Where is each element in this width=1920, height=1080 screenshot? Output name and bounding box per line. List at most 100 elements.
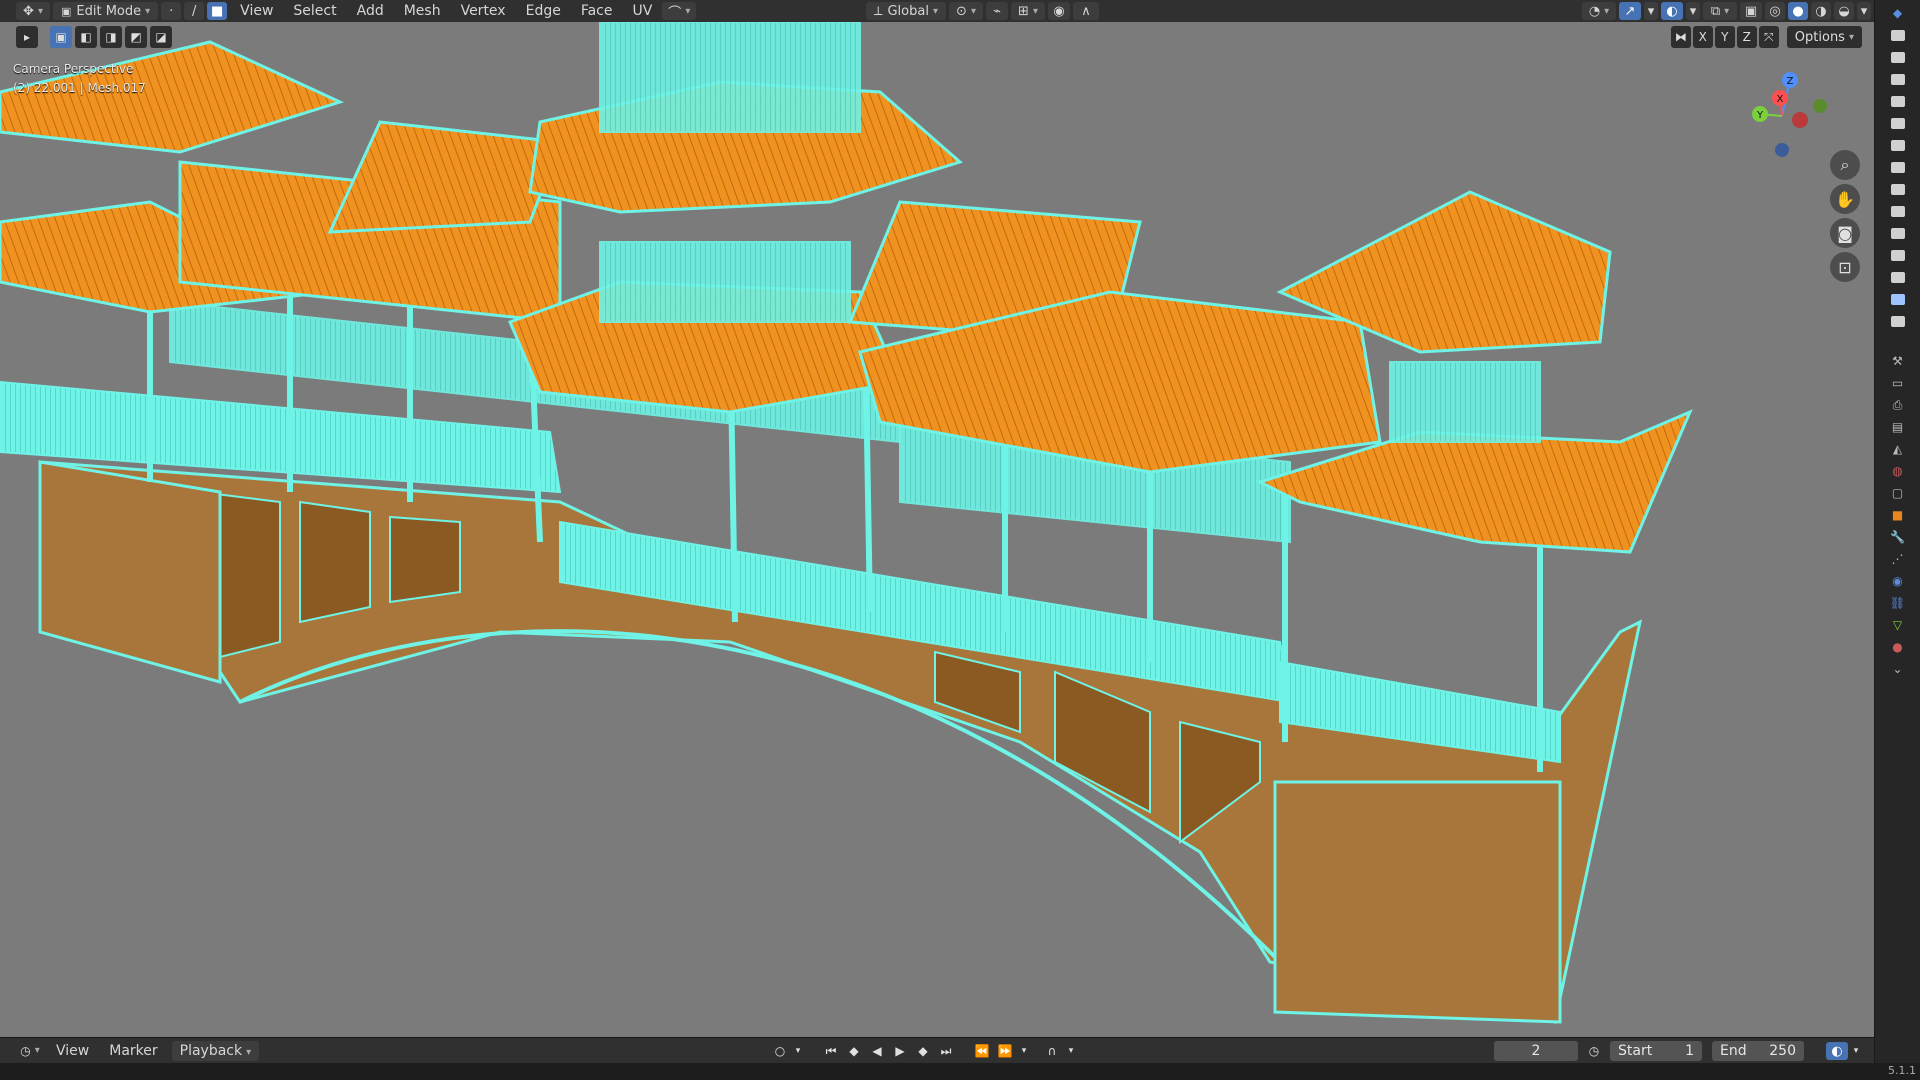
end-frame-field[interactable]: End 250 — [1712, 1041, 1804, 1061]
particles-properties-icon[interactable]: ⋰ — [1889, 550, 1907, 568]
scene-properties-icon[interactable]: ◭ — [1889, 440, 1907, 458]
options-dropdown[interactable]: Options ▾ — [1786, 26, 1862, 48]
select-subtract-icon[interactable]: ◨ — [100, 26, 122, 48]
mirror-icon[interactable]: ⧓ — [1670, 26, 1691, 48]
current-frame-field[interactable]: 2 — [1494, 1041, 1578, 1061]
render-toggle-icon[interactable] — [1889, 26, 1907, 44]
playback-dropdown[interactable]: Playback ▾ — [171, 1040, 260, 1061]
render-toggle-icon[interactable] — [1889, 246, 1907, 264]
world-properties-icon[interactable]: ◍ — [1889, 462, 1907, 480]
start-frame-field[interactable]: Start 1 — [1610, 1041, 1702, 1061]
shading-solid-button[interactable]: ● — [1788, 2, 1808, 20]
physics-properties-icon[interactable]: ◉ — [1889, 572, 1907, 590]
mode-dropdown[interactable]: ▣ Edit Mode ▾ — [53, 2, 159, 20]
visibility-dropdown[interactable]: ◔ ▾ — [1582, 2, 1616, 20]
jump-start-icon[interactable]: ⏮ — [821, 1042, 841, 1060]
vertex-select-button[interactable]: · — [161, 2, 182, 20]
mirror-x-button[interactable]: X — [1692, 26, 1713, 48]
render-toggle-icon[interactable] — [1889, 70, 1907, 88]
object-properties-icon[interactable]: ■ — [1889, 506, 1907, 524]
timeline-editor-icon[interactable]: ◷ ▾ — [14, 1040, 46, 1062]
render-toggle-icon[interactable] — [1889, 48, 1907, 66]
render-toggle-icon[interactable] — [1889, 202, 1907, 220]
prev-keyframe-icon[interactable]: ◆ — [844, 1042, 864, 1060]
select-extend-icon[interactable]: ◧ — [75, 26, 97, 48]
snap-mode-dropdown[interactable]: ⌒ ▾ — [662, 2, 697, 21]
timeline-menu-marker[interactable]: Marker — [99, 1043, 167, 1059]
view-layer-icon[interactable]: ▤ — [1889, 418, 1907, 436]
proportional-edit-toggle[interactable]: ◉ — [1048, 2, 1070, 20]
menu-select[interactable]: Select — [283, 0, 346, 22]
render-toggle-icon[interactable] — [1889, 224, 1907, 242]
next-keyframe-icon[interactable]: ◆ — [913, 1042, 933, 1060]
mesh-scene[interactable] — [0, 22, 1874, 1037]
gizmo-toggle[interactable]: ↗ — [1619, 2, 1641, 20]
camera-view-icon[interactable]: ◙ — [1830, 218, 1860, 248]
overlay-dropdown[interactable]: ▾ — [1686, 2, 1700, 20]
render-toggle-icon[interactable] — [1889, 268, 1907, 286]
material-properties-icon[interactable]: ● — [1889, 638, 1907, 656]
menu-face[interactable]: Face — [571, 0, 623, 22]
auto-merge-icon[interactable]: ⤧ — [1758, 26, 1779, 48]
record-dropdown[interactable]: ▾ — [793, 1042, 803, 1060]
render-toggle-icon[interactable] — [1889, 114, 1907, 132]
tool-select-icon[interactable]: ▸ — [16, 26, 38, 48]
expand-icon[interactable]: ⌄ — [1889, 660, 1907, 678]
select-difference-icon[interactable]: ◩ — [125, 26, 147, 48]
timeline-overlay-dropdown[interactable]: ▾ — [1850, 1042, 1862, 1060]
record-icon[interactable]: ○ — [770, 1042, 790, 1060]
render-toggle-icon[interactable] — [1889, 92, 1907, 110]
edge-select-button[interactable]: / — [184, 2, 205, 20]
overlay-toggle[interactable]: ◐ — [1661, 2, 1683, 20]
menu-edge[interactable]: Edge — [516, 0, 571, 22]
data-properties-icon[interactable]: ▽ — [1889, 616, 1907, 634]
render-toggle-icon[interactable] — [1889, 136, 1907, 154]
preview-range-icon[interactable]: ◷ — [1584, 1042, 1604, 1060]
face-select-button[interactable]: ■ — [207, 2, 228, 20]
prev-frame-icon[interactable]: ⏪ — [972, 1042, 992, 1060]
shading-wireframe-button[interactable]: ◎ — [1765, 2, 1785, 20]
play-icon[interactable]: ▶ — [890, 1042, 910, 1060]
proportional-falloff-dropdown[interactable]: ∧ — [1073, 2, 1099, 20]
shading-dropdown[interactable]: ▾ — [1857, 2, 1871, 20]
constraints-properties-icon[interactable]: ⛓ — [1889, 594, 1907, 612]
transform-orientation-dropdown[interactable]: ⟂ Global ▾ — [865, 2, 946, 20]
timeline-menu-view[interactable]: View — [46, 1043, 99, 1059]
zoom-icon[interactable]: ⌕ — [1830, 150, 1860, 180]
menu-mesh[interactable]: Mesh — [394, 0, 451, 22]
timeline-overlay-toggle[interactable]: ◐ — [1826, 1042, 1848, 1060]
menu-uv[interactable]: UV — [623, 0, 663, 22]
tool-properties-icon[interactable]: ⚒ — [1889, 352, 1907, 370]
xray-toggle[interactable]: ▣ — [1740, 2, 1762, 20]
render-properties-icon[interactable]: ▭ — [1889, 374, 1907, 392]
mirror-y-button[interactable]: Y — [1714, 26, 1735, 48]
sync-dropdown[interactable]: ▾ — [1018, 1042, 1030, 1060]
next-frame-icon[interactable]: ⏩ — [995, 1042, 1015, 1060]
render-toggle-icon[interactable] — [1889, 312, 1907, 330]
mirror-z-button[interactable]: Z — [1736, 26, 1757, 48]
navigation-gizmo[interactable]: Z X Y — [1734, 64, 1834, 164]
snap-toggle[interactable]: ⌁ — [986, 2, 1008, 20]
menu-vertex[interactable]: Vertex — [451, 0, 516, 22]
render-toggle-icon[interactable] — [1889, 290, 1907, 308]
shading-rendered-button[interactable]: ◒ — [1834, 2, 1854, 20]
auto-keying-dropdown[interactable]: ▾ — [1065, 1042, 1077, 1060]
mesh-overlay-dropdown[interactable]: ⧉ ▾ — [1703, 2, 1737, 20]
collection-properties-icon[interactable]: ▢ — [1889, 484, 1907, 502]
jump-end-icon[interactable]: ⏭ — [936, 1042, 956, 1060]
3d-viewport[interactable]: ▸ ▣ ◧ ◨ ◩ ◪ Camera Perspective (2) 22.00… — [0, 22, 1874, 1037]
menu-add[interactable]: Add — [347, 0, 394, 22]
output-properties-icon[interactable]: ⎙ — [1889, 396, 1907, 414]
editor-icon[interactable]: ◆ — [1889, 4, 1907, 22]
gizmo-dropdown[interactable]: ▾ — [1644, 2, 1658, 20]
render-toggle-icon[interactable] — [1889, 158, 1907, 176]
select-intersect-icon[interactable]: ◪ — [150, 26, 172, 48]
select-new-icon[interactable]: ▣ — [50, 26, 72, 48]
lock-icon[interactable]: ⊡ — [1830, 252, 1860, 282]
auto-keying-icon[interactable]: ∩ — [1042, 1042, 1062, 1060]
menu-view[interactable]: View — [230, 0, 283, 22]
editor-type-button[interactable]: ✥ ▾ — [16, 2, 50, 20]
play-reverse-icon[interactable]: ◀ — [867, 1042, 887, 1060]
pivot-dropdown[interactable]: ⊙ ▾ — [949, 2, 983, 20]
snap-target-dropdown[interactable]: ⊞ ▾ — [1011, 2, 1045, 20]
